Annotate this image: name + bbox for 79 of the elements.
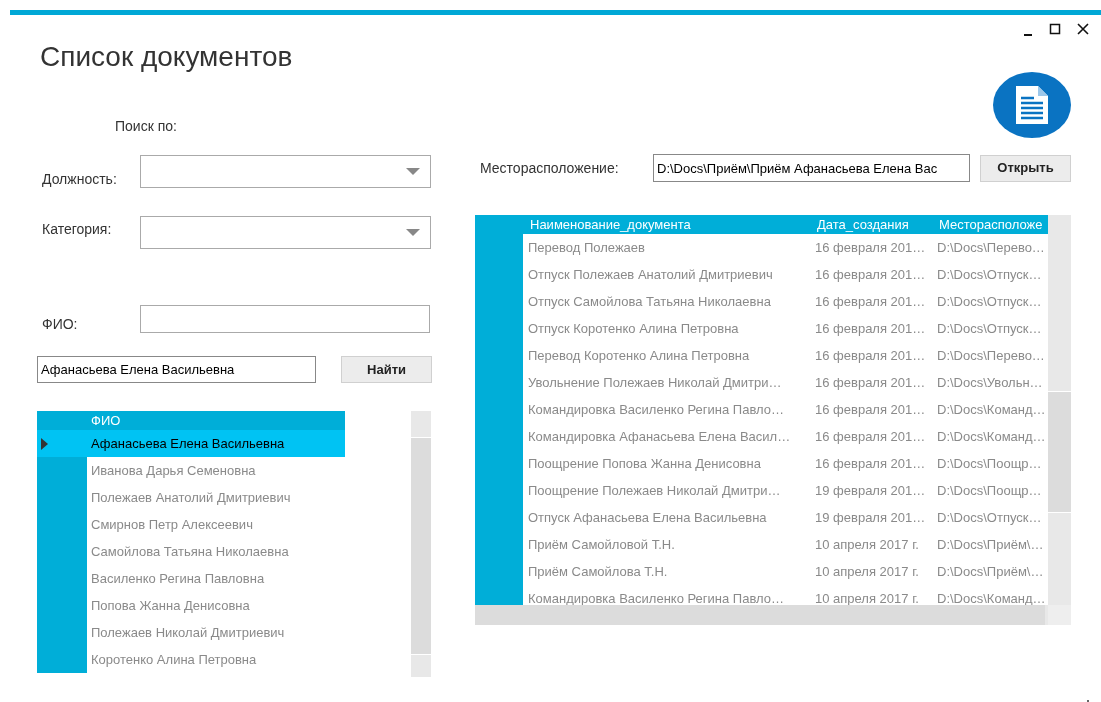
table-row[interactable]: Афанасьева Елена Васильевна [37,430,345,457]
table-cell: Отпуск Афанасьева Елена Васильевна [528,509,767,525]
table-cell-text: Коротенко Алина Петровна [91,650,257,669]
column-header[interactable]: Месторасположе [932,215,1048,234]
table-cell: D:\Docs\Поощр… [937,482,1042,498]
column-header[interactable]: Наименование_документа [523,215,810,234]
document-icon [993,72,1071,138]
table-cell: Приём Самойловой Т.Н. [528,536,675,552]
scrollbar-thumb[interactable] [1048,391,1071,513]
table-cell: Приём Самойлова Т.Н. [528,563,668,579]
table-cell: 10 апреля 2017 г. [815,536,919,552]
scrollbar[interactable] [411,411,431,677]
table-cell: 16 февраля 201… [815,374,926,390]
table-cell: Поощрение Полежаев Николай Дмитри… [528,482,781,498]
dropdown[interactable] [140,216,431,249]
table-cell: Отпуск Самойлова Татьяна Николаевна [528,293,771,309]
field-label: ФИО: [41,316,79,333]
table-cell: D:\Docs\Отпуск… [937,293,1042,309]
table-cell: 16 февраля 201… [815,320,926,336]
search-heading: Поиск по: [115,118,177,134]
table-cell: D:\Docs\Перево… [937,347,1045,363]
table-cell: 16 февраля 201… [815,239,926,255]
table-cell: D:\Docs\Увольн… [937,374,1043,390]
table-cell-text: Самойлова Татьяна Николаевна [91,542,289,561]
table-cell-text: Афанасьева Елена Васильевна [91,434,285,453]
window-title: Список документов [40,41,293,73]
table-cell-text: Смирнов Петр Алексеевич [91,515,253,534]
column-header[interactable]: Дата_создания [810,215,932,234]
table-cell-text: Иванова Дарья Семеновна [91,461,256,480]
input-field[interactable] [140,305,430,333]
table-cell: Перевод Полежаев [528,239,645,255]
table-cell: D:\Docs\Команд… [937,401,1046,417]
table-cell-text: Полежаев Николай Дмитриевич [91,623,285,642]
close-icon[interactable] [1077,23,1089,37]
find-button[interactable]: Найти [341,356,432,383]
table-cell: D:\Docs\Перево… [937,239,1045,255]
column-header[interactable]: ФИО [87,411,345,430]
table-cell: Командировка Василенко Регина Павло… [528,590,784,605]
maximize-icon[interactable] [1049,23,1061,37]
location-field[interactable]: D:\Docs\Приём\Приём Афанасьева Елена Вас [653,154,970,182]
table-cell-text: Полежаев Анатолий Дмитриевич [91,488,291,507]
caret-icon [406,167,420,176]
location-label: Месторасположение: [479,158,620,178]
dropdown[interactable] [140,155,431,188]
table-cell: D:\Docs\Приём\… [937,536,1044,552]
table-cell: 16 февраля 201… [815,347,926,363]
table-cell: 16 февраля 201… [815,401,926,417]
table-cell: D:\Docs\Отпуск… [937,320,1042,336]
table-cell: Отпуск Полежаев Анатолий Дмитриевич [528,266,773,282]
table-cell: 10 апреля 2017 г. [815,563,919,579]
table-cell: 16 февраля 201… [815,293,926,309]
table-cell: 16 февраля 201… [815,428,926,444]
table-cell: Перевод Коротенко Алина Петровна [528,347,750,363]
table-cell: Командировка Афанасьева Елена Васил… [528,428,791,444]
table-cell: D:\Docs\Отпуск… [937,509,1042,525]
table-cell: 16 февраля 201… [815,455,926,471]
table-cell: 16 февраля 201… [815,266,926,282]
caret-icon [406,228,420,237]
table-cell: D:\Docs\Приём\… [937,563,1044,579]
table-cell: Поощрение Попова Жанна Денисовна [528,455,761,471]
field-label: Должность: [41,171,118,188]
table-cell: Отпуск Коротенко Алина Петровна [528,320,739,336]
table-cell: 19 февраля 201… [815,482,926,498]
scrollbar[interactable] [1048,215,1071,605]
scrollbar-thumb[interactable] [411,437,431,655]
row-pointer-icon [41,437,48,450]
table-cell: 19 февраля 201… [815,509,926,525]
field-label: Категория: [41,220,113,237]
table-cell: D:\Docs\Отпуск… [937,266,1042,282]
table-cell: D:\Docs\Поощр… [937,455,1042,471]
table-cell: Командировка Василенко Регина Павло… [528,401,784,417]
table-cell-text: Василенко Регина Павловна [91,569,265,588]
table-cell: D:\Docs\Команд… [937,428,1046,444]
table-cell: D:\Docs\Команд… [937,590,1046,605]
open-button[interactable]: Открыть [980,154,1071,182]
table-cell-text: Попова Жанна Денисовна [91,596,250,615]
name-field[interactable]: Афанасьева Елена Васильевна [37,356,316,383]
table-cell: 10 апреля 2017 г. [815,590,919,605]
table-cell: Увольнение Полежаев Николай Дмитри… [528,374,782,390]
